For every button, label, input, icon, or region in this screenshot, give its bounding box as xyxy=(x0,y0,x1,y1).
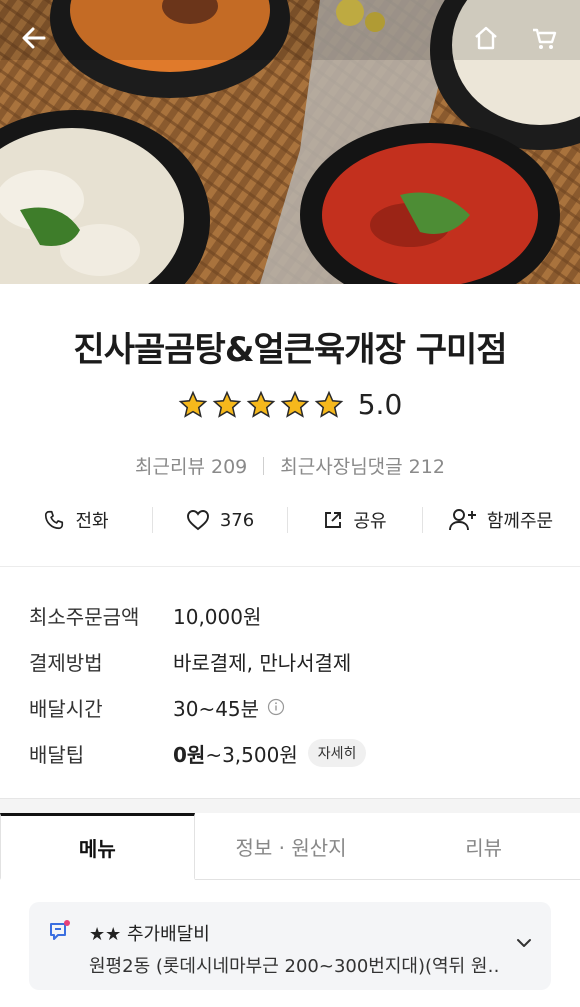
tab-info-origin[interactable]: 정보 · 원산지 xyxy=(195,813,388,879)
group-order-label: 함께주문 xyxy=(486,511,554,532)
star-icon xyxy=(314,390,344,418)
call-label: 전화 xyxy=(75,511,109,532)
call-button[interactable]: 전화 xyxy=(0,496,152,544)
star-icon xyxy=(246,390,276,418)
store-hero-image xyxy=(0,0,580,284)
tab-reviews[interactable]: 리뷰 xyxy=(387,813,580,879)
cart-icon xyxy=(533,28,557,49)
delivery-tip-value: 0원 ~3,500원 자세히 xyxy=(173,739,367,768)
star-icon xyxy=(280,390,310,418)
cart-button[interactable] xyxy=(524,18,564,58)
notice-body: 원평2동 (롯데시네마부근 200~300번지대)(역뒤 원… xyxy=(89,956,499,977)
back-button[interactable] xyxy=(14,18,54,58)
payment-row: 결제방법 바로결제, 만나서결제 xyxy=(29,646,351,676)
delivery-tip-min: 0원 xyxy=(173,742,206,767)
store-name: 진사골곰탕&얼큰육개장 구미점 xyxy=(73,330,507,370)
rating-row: 5.0 xyxy=(0,388,580,421)
like-count: 376 xyxy=(219,509,255,531)
arrow-left-icon xyxy=(22,27,46,49)
group-order-button[interactable]: 함께주문 xyxy=(423,496,579,544)
extra-delivery-fee-notice[interactable]: ★★ 추가배달비 원평2동 (롯데시네마부근 200~300번지대)(역뒤 원… xyxy=(29,902,551,990)
section-separator xyxy=(0,798,580,813)
rating-value: 5.0 xyxy=(357,388,403,421)
star-rating xyxy=(178,390,344,420)
delivery-tip-label: 배달팁 xyxy=(29,742,85,767)
delivery-time-row: 배달시간 30~45분 xyxy=(29,692,285,722)
like-button[interactable]: 376 xyxy=(153,496,287,544)
delivery-time-value: 30~45분 xyxy=(173,696,260,721)
tab-menu[interactable]: 메뉴 xyxy=(0,813,195,880)
review-stats: 최근리뷰 209 최근사장님댓글 212 xyxy=(0,452,580,479)
delivery-tip-row: 배달팁 0원 ~3,500원 자세히 xyxy=(29,738,367,768)
recent-review-count[interactable]: 최근리뷰 209 xyxy=(135,452,247,479)
chevron-down-icon[interactable] xyxy=(515,934,533,956)
divider xyxy=(263,456,265,475)
star-icon xyxy=(212,390,242,418)
person-add-icon xyxy=(448,508,477,532)
payment-value: 바로결제, 만나서결제 xyxy=(173,650,352,675)
payment-label: 결제방법 xyxy=(29,650,103,675)
store-action-bar: 전화 376 공유 함께주문 xyxy=(0,496,580,544)
home-button[interactable] xyxy=(466,18,506,58)
min-order-value: 10,000원 xyxy=(173,604,262,629)
home-icon xyxy=(475,26,497,50)
share-button[interactable]: 공유 xyxy=(288,496,422,544)
star-icon xyxy=(178,390,208,418)
phone-icon xyxy=(43,509,65,531)
share-label: 공유 xyxy=(353,511,387,532)
delivery-time-label: 배달시간 xyxy=(29,696,103,721)
delivery-tip-detail-button[interactable]: 자세히 xyxy=(307,739,367,767)
share-icon xyxy=(323,510,343,530)
min-order-row: 최소주문금액 10,000원 xyxy=(29,600,261,630)
store-tabs: 메뉴 정보 · 원산지 리뷰 xyxy=(0,813,580,880)
info-circle-icon[interactable] xyxy=(267,698,285,716)
delivery-tip-max: ~3,500원 xyxy=(205,742,298,767)
min-order-label: 최소주문금액 xyxy=(29,604,140,629)
notice-title: ★★ 추가배달비 xyxy=(89,924,210,945)
recent-owner-reply-count[interactable]: 최근사장님댓글 212 xyxy=(280,452,445,479)
delivery-time-value-wrap: 30~45분 xyxy=(173,693,285,722)
speech-bubble-icon xyxy=(47,918,73,948)
section-divider xyxy=(0,566,580,567)
heart-icon xyxy=(186,509,210,531)
